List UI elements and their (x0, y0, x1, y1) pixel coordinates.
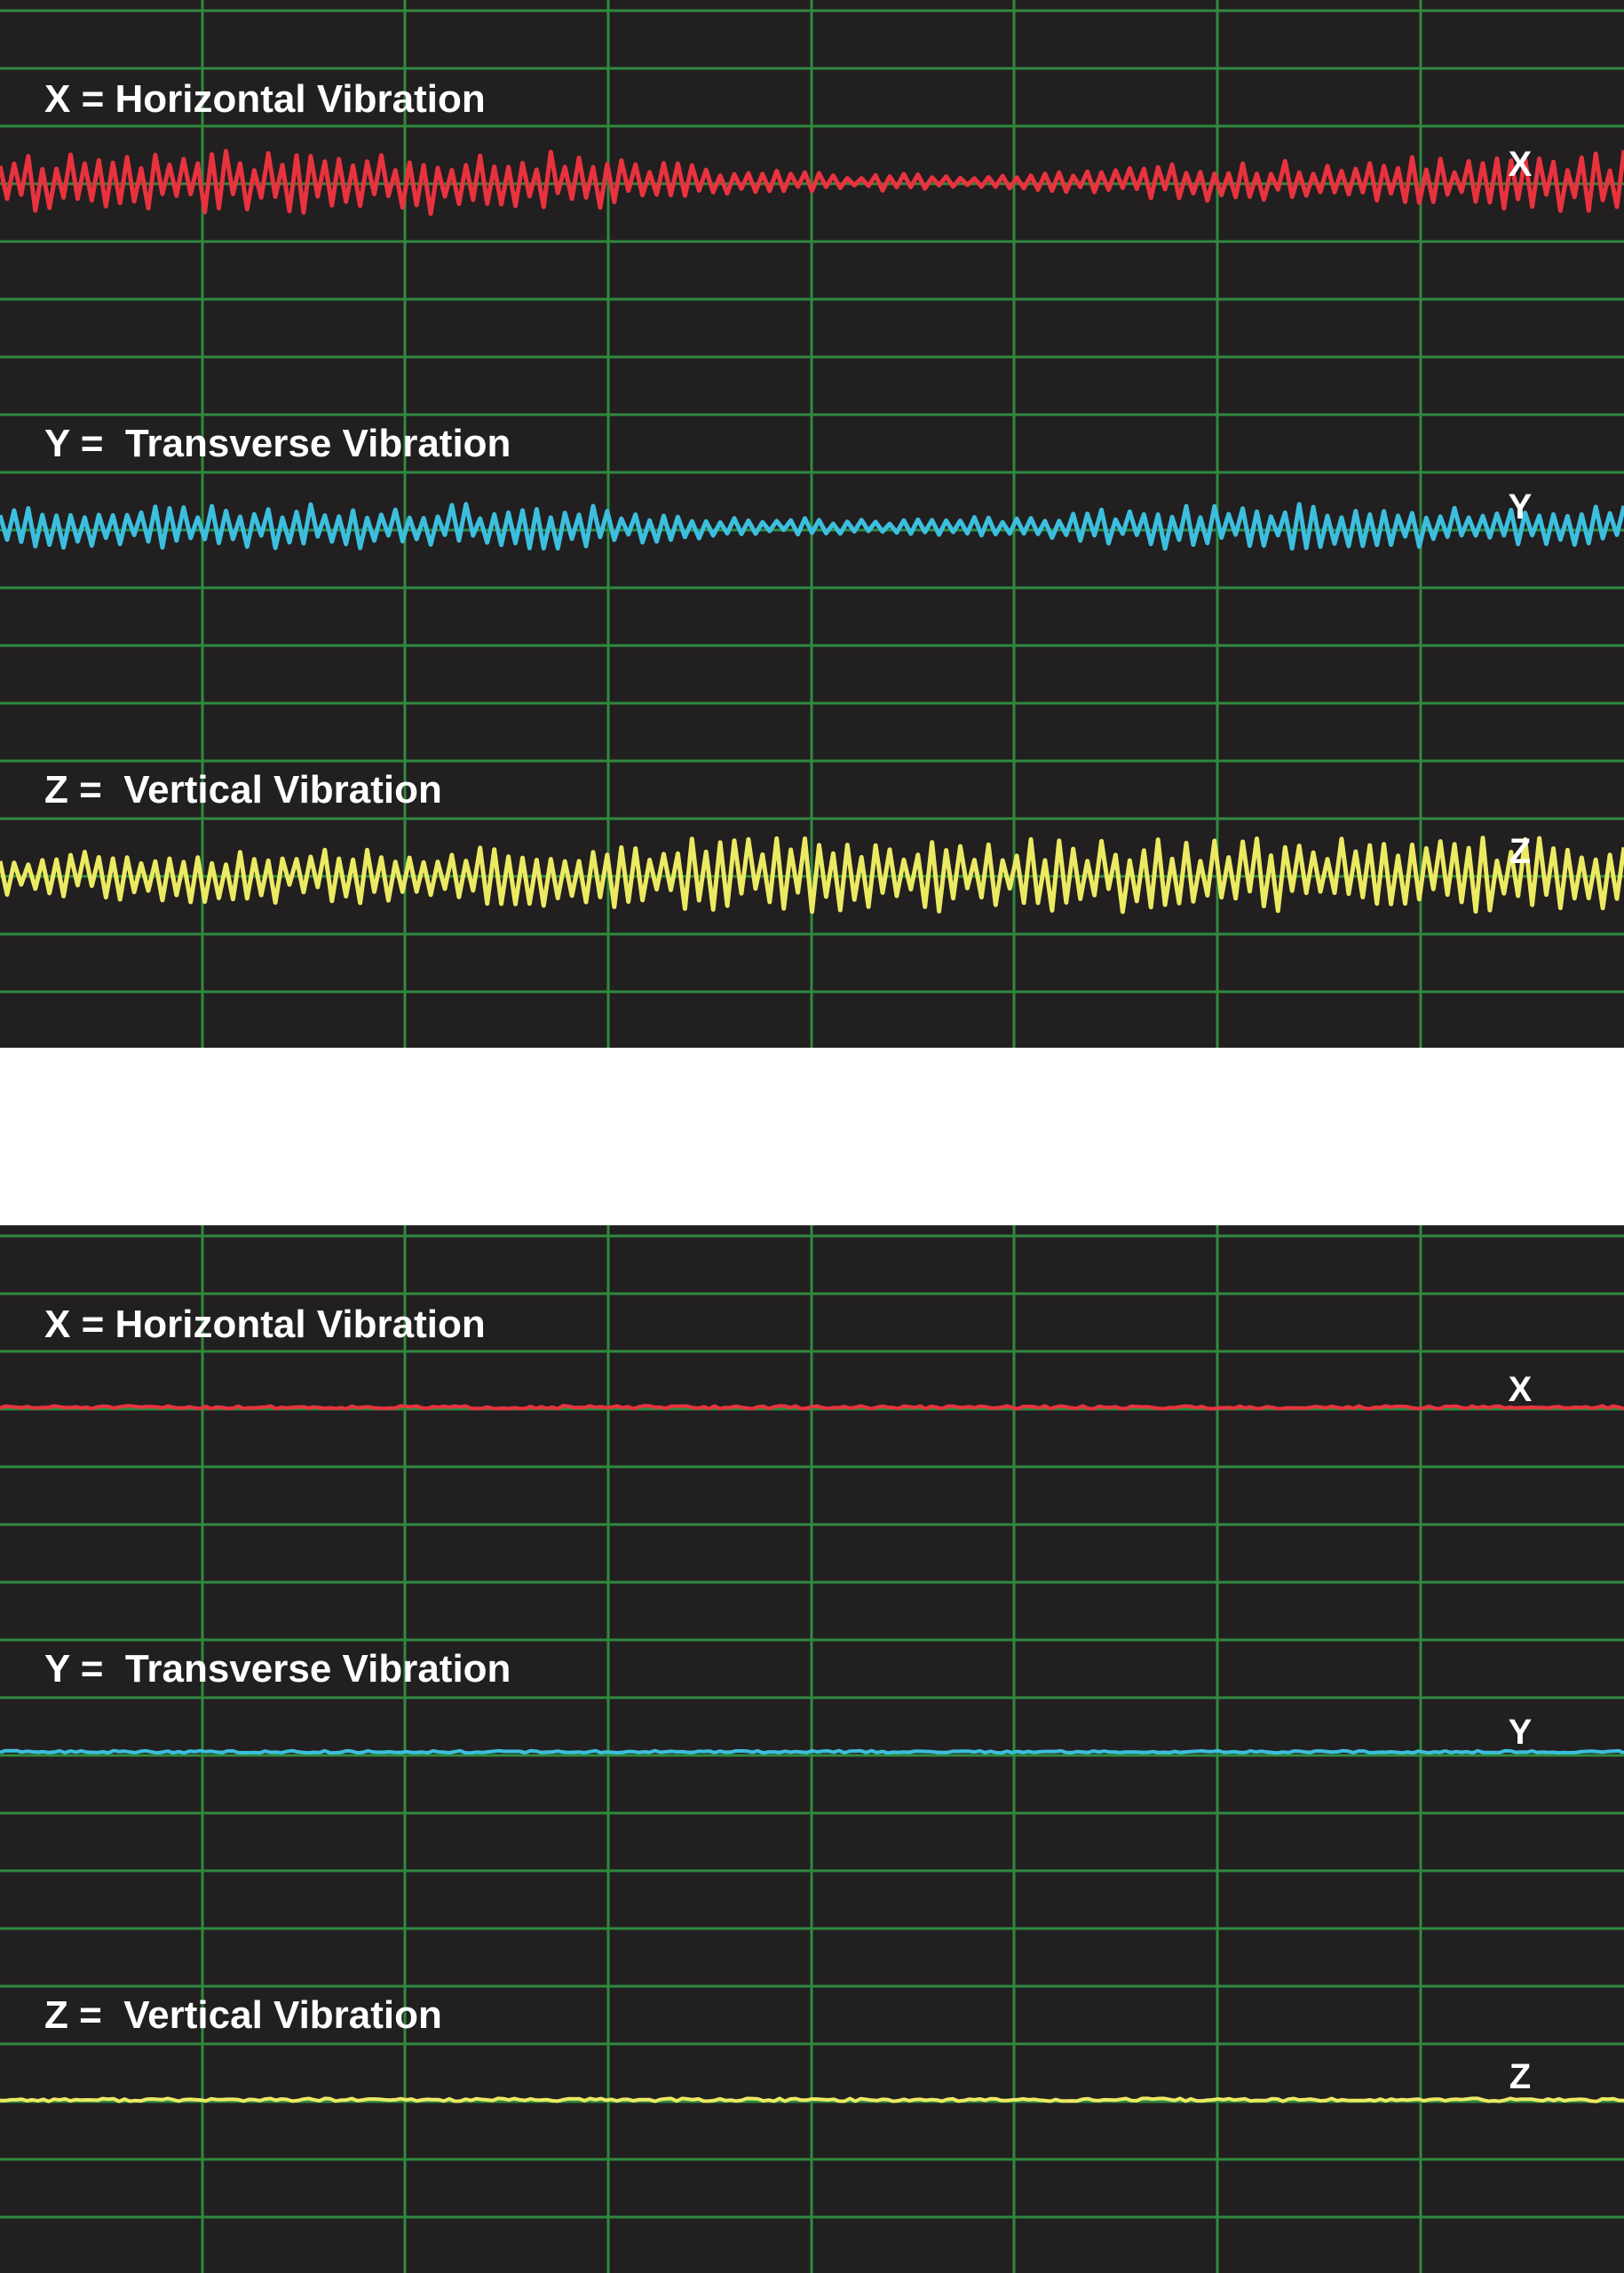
series-label-z: Z = Vertical Vibration (44, 768, 442, 812)
series-label-x: X = Horizontal Vibration (44, 1303, 486, 1346)
series-line-y (0, 1748, 1624, 1755)
series-end-tag-x: X (1509, 145, 1533, 184)
series-end-tag-y: Y (1509, 1713, 1533, 1752)
chart-top-panel: X = Horizontal Vibration X Y = Transverse … (0, 0, 1624, 1048)
series-label-y: Y = Transverse Vibration (44, 1647, 511, 1691)
chart-top-svg: X = Horizontal Vibration X Y = Transverse … (0, 0, 1624, 1048)
series-end-tag-z: Z (1509, 2057, 1531, 2096)
series-end-tag-x: X (1509, 1370, 1533, 1409)
chart-bottom-svg: X = Horizontal Vibration X Y = Transverse … (0, 1225, 1624, 2273)
series-end-tag-y: Y (1509, 487, 1533, 527)
series-line-x (0, 1404, 1624, 1411)
series-end-tag-z: Z (1509, 832, 1531, 871)
series-label-x: X = Horizontal Vibration (44, 77, 486, 121)
chart-bottom-panel: X = Horizontal Vibration X Y = Transverse … (0, 1225, 1624, 2273)
series-label-z: Z = Vertical Vibration (44, 1993, 442, 2037)
series-label-y: Y = Transverse Vibration (44, 422, 511, 465)
